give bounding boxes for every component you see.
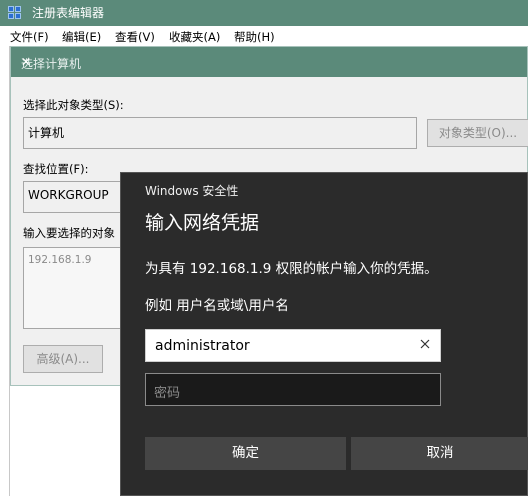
windows-security-dialog: Windows 安全性 输入网络凭据 为具有 192.168.1.9 权限的帐户… <box>120 172 528 496</box>
menu-view[interactable]: 查看(V) <box>115 29 155 45</box>
menu-favorites[interactable]: 收藏夹(A) <box>169 29 220 45</box>
username-example: 例如 用户名或域\用户名 <box>145 298 289 314</box>
close-icon[interactable]: ✕ <box>21 55 523 69</box>
password-input[interactable]: 密码 <box>145 373 441 406</box>
object-type-field: 计算机 <box>23 117 417 149</box>
location-value: WORKGROUP <box>28 188 109 202</box>
ok-button[interactable]: 确定 <box>145 437 346 470</box>
password-placeholder: 密码 <box>154 386 181 401</box>
security-app-title: Windows 安全性 <box>145 184 239 198</box>
regedit-tree-edge <box>0 46 10 496</box>
location-label: 查找位置(F): <box>23 162 89 176</box>
menubar: 文件(F) 编辑(E) 查看(V) 收藏夹(A) 帮助(H) <box>0 26 528 46</box>
menu-help[interactable]: 帮助(H) <box>234 29 275 45</box>
regedit-titlebar: 注册表编辑器 <box>0 0 528 26</box>
credentials-heading: 输入网络凭据 <box>145 212 260 234</box>
object-type-label: 选择此对象类型(S): <box>23 98 124 112</box>
username-input[interactable]: administrator <box>145 329 441 362</box>
object-type-value: 计算机 <box>28 126 65 140</box>
entered-object-name: 192.168.1.9 <box>28 254 92 266</box>
username-value: administrator <box>155 338 250 354</box>
menu-edit[interactable]: 编辑(E) <box>62 29 101 45</box>
enter-names-label: 输入要选择的对象 <box>23 226 115 240</box>
regedit-app-icon <box>8 6 22 20</box>
regedit-title: 注册表编辑器 <box>32 6 105 20</box>
credentials-description: 为具有 192.168.1.9 权限的帐户输入你的凭据。 <box>145 261 438 277</box>
menu-file[interactable]: 文件(F) <box>10 29 49 45</box>
clear-icon[interactable] <box>418 337 432 351</box>
advanced-button[interactable]: 高级(A)... <box>23 345 103 373</box>
object-types-button[interactable]: 对象类型(O)... <box>427 119 528 147</box>
cancel-button[interactable]: 取消 <box>351 437 528 470</box>
select-computer-titlebar: 选择计算机 ✕ <box>11 47 527 77</box>
